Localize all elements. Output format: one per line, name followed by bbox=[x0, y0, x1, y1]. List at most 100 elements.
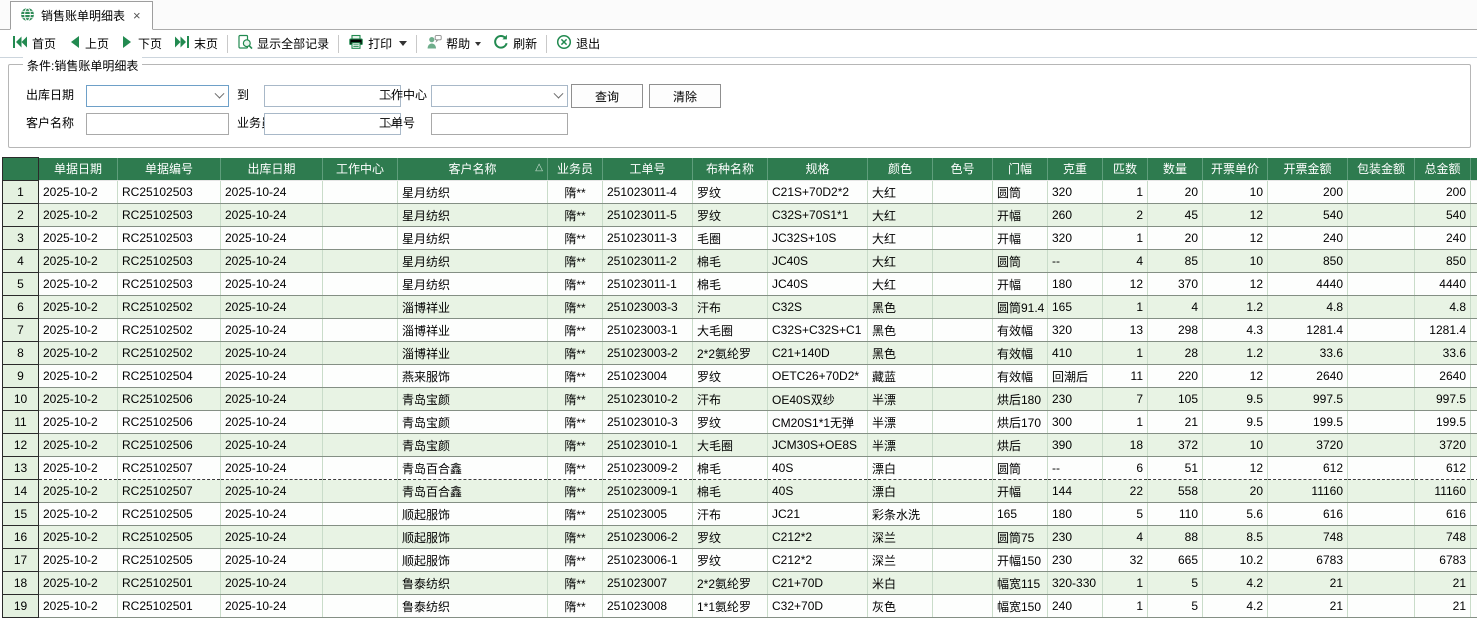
cell[interactable] bbox=[1348, 572, 1415, 595]
cell[interactable]: 黑色 bbox=[868, 319, 933, 342]
cell[interactable]: 251023005 bbox=[603, 503, 693, 526]
refresh-button[interactable]: 刷新 bbox=[487, 32, 543, 55]
cell[interactable] bbox=[323, 434, 398, 457]
cell[interactable]: 251023008 bbox=[603, 595, 693, 618]
cell[interactable]: 32 bbox=[1103, 549, 1148, 572]
cell[interactable]: 2640 bbox=[1268, 365, 1348, 388]
cell[interactable]: 165 bbox=[1048, 296, 1103, 319]
cell[interactable]: 748 bbox=[1415, 526, 1471, 549]
cell[interactable]: 2025-10-2 bbox=[39, 434, 118, 457]
cell[interactable]: 深兰 bbox=[868, 549, 933, 572]
cell[interactable]: JC40S bbox=[768, 250, 868, 273]
cell[interactable]: 4.2 bbox=[1203, 572, 1268, 595]
cell[interactable]: 20 bbox=[1148, 227, 1203, 250]
cell[interactable]: 2025-10-24 bbox=[221, 572, 323, 595]
cell[interactable]: RC25102505 bbox=[118, 503, 221, 526]
cell[interactable] bbox=[323, 411, 398, 434]
cell[interactable]: 370 bbox=[1148, 273, 1203, 296]
prev-page-button[interactable]: 上页 bbox=[62, 33, 115, 54]
cell[interactable]: 2025-10-2 bbox=[39, 457, 118, 480]
cell[interactable]: 40S bbox=[768, 457, 868, 480]
cell[interactable] bbox=[1348, 181, 1415, 204]
cell[interactable]: 罗纹 bbox=[693, 365, 768, 388]
cell[interactable]: 4.3 bbox=[1203, 319, 1268, 342]
table-row[interactable]: 152025-10-2RC251025052025-10-24顺起服饰隋**25… bbox=[3, 503, 1477, 526]
cell[interactable]: C32S bbox=[768, 296, 868, 319]
cell[interactable]: 淄博祥业 bbox=[398, 296, 548, 319]
cell[interactable]: 320 bbox=[1048, 319, 1103, 342]
cell[interactable]: 罗纹 bbox=[693, 204, 768, 227]
work-order-input[interactable] bbox=[431, 113, 568, 135]
cell[interactable]: RC25102506 bbox=[118, 411, 221, 434]
cell[interactable]: RC25102503 bbox=[118, 227, 221, 250]
cell[interactable]: 616 bbox=[1415, 503, 1471, 526]
cell[interactable]: RC25102507 bbox=[118, 457, 221, 480]
cell[interactable]: 1.2 bbox=[1203, 342, 1268, 365]
column-header[interactable]: 工单号 bbox=[603, 158, 693, 181]
cell[interactable]: 51 bbox=[1148, 457, 1203, 480]
cell[interactable]: 大毛圈 bbox=[693, 319, 768, 342]
cell[interactable]: 21 bbox=[1415, 595, 1471, 618]
cell[interactable]: 燕来服饰 bbox=[398, 365, 548, 388]
cell[interactable]: OETC26+70D2* bbox=[768, 365, 868, 388]
row-number-cell[interactable]: 11 bbox=[3, 411, 39, 434]
cell[interactable] bbox=[323, 503, 398, 526]
cell[interactable]: RC25102505 bbox=[118, 549, 221, 572]
cell[interactable]: 2*2氨纶罗 bbox=[693, 342, 768, 365]
cell[interactable]: RC25102501 bbox=[118, 595, 221, 618]
cell[interactable]: RC25102502 bbox=[118, 319, 221, 342]
cell[interactable]: 隋** bbox=[548, 480, 603, 503]
cell[interactable]: 22 bbox=[1103, 480, 1148, 503]
column-header[interactable]: 布种名称 bbox=[693, 158, 768, 181]
cell[interactable]: 230 bbox=[1048, 388, 1103, 411]
cell[interactable]: 251023006-2 bbox=[603, 526, 693, 549]
cell[interactable]: 144 bbox=[1048, 480, 1103, 503]
cell[interactable] bbox=[933, 457, 993, 480]
table-row[interactable]: 142025-10-2RC251025072025-10-24青岛百合鑫隋**2… bbox=[3, 480, 1477, 503]
cell[interactable]: 青岛宝颜 bbox=[398, 434, 548, 457]
cell[interactable]: 星月纺织 bbox=[398, 250, 548, 273]
cell[interactable]: 隋** bbox=[548, 572, 603, 595]
cell[interactable]: 320 bbox=[1048, 181, 1103, 204]
cell[interactable]: 深兰 bbox=[868, 526, 933, 549]
cell[interactable] bbox=[933, 204, 993, 227]
cell[interactable]: 灰色 bbox=[868, 595, 933, 618]
column-header[interactable]: 客户名称△ bbox=[398, 158, 548, 181]
cell[interactable]: RC25102502 bbox=[118, 342, 221, 365]
cell[interactable]: 20 bbox=[1203, 480, 1268, 503]
customer-input[interactable] bbox=[86, 113, 229, 135]
cell[interactable]: 隋** bbox=[548, 204, 603, 227]
row-number-cell[interactable]: 8 bbox=[3, 342, 39, 365]
cell[interactable]: 10 bbox=[1203, 250, 1268, 273]
cell[interactable]: 隋** bbox=[548, 457, 603, 480]
cell[interactable]: 251023011-2 bbox=[603, 250, 693, 273]
cell[interactable]: 隋** bbox=[548, 411, 603, 434]
cell[interactable]: 隋** bbox=[548, 342, 603, 365]
cell[interactable] bbox=[933, 342, 993, 365]
cell[interactable]: 21 bbox=[1268, 572, 1348, 595]
cell[interactable]: 616 bbox=[1268, 503, 1348, 526]
cell[interactable]: -- bbox=[1048, 457, 1103, 480]
cell[interactable]: 淄博祥业 bbox=[398, 319, 548, 342]
cell[interactable] bbox=[933, 526, 993, 549]
cell[interactable]: 251023010-1 bbox=[603, 434, 693, 457]
cell[interactable] bbox=[323, 388, 398, 411]
table-row[interactable]: 122025-10-2RC251025062025-10-24青岛宝颜隋**25… bbox=[3, 434, 1477, 457]
cell[interactable]: 2025-10-24 bbox=[221, 434, 323, 457]
cell[interactable]: 2025-10-24 bbox=[221, 273, 323, 296]
cell[interactable]: RC25102503 bbox=[118, 250, 221, 273]
cell[interactable] bbox=[1348, 457, 1415, 480]
cell[interactable]: 星月纺织 bbox=[398, 273, 548, 296]
cell[interactable]: JC40S bbox=[768, 273, 868, 296]
cell[interactable]: 5 bbox=[1103, 503, 1148, 526]
cell[interactable]: 棉毛 bbox=[693, 457, 768, 480]
cell[interactable]: JC21 bbox=[768, 503, 868, 526]
cell[interactable]: 开幅150 bbox=[993, 549, 1048, 572]
cell[interactable]: 850 bbox=[1415, 250, 1471, 273]
cell[interactable]: 圆筒 bbox=[993, 250, 1048, 273]
cell[interactable]: 1281.4 bbox=[1415, 319, 1471, 342]
cell[interactable]: 251023011-1 bbox=[603, 273, 693, 296]
cell[interactable] bbox=[323, 595, 398, 618]
cell[interactable]: 2025-10-2 bbox=[39, 227, 118, 250]
cell[interactable]: 251023003-1 bbox=[603, 319, 693, 342]
